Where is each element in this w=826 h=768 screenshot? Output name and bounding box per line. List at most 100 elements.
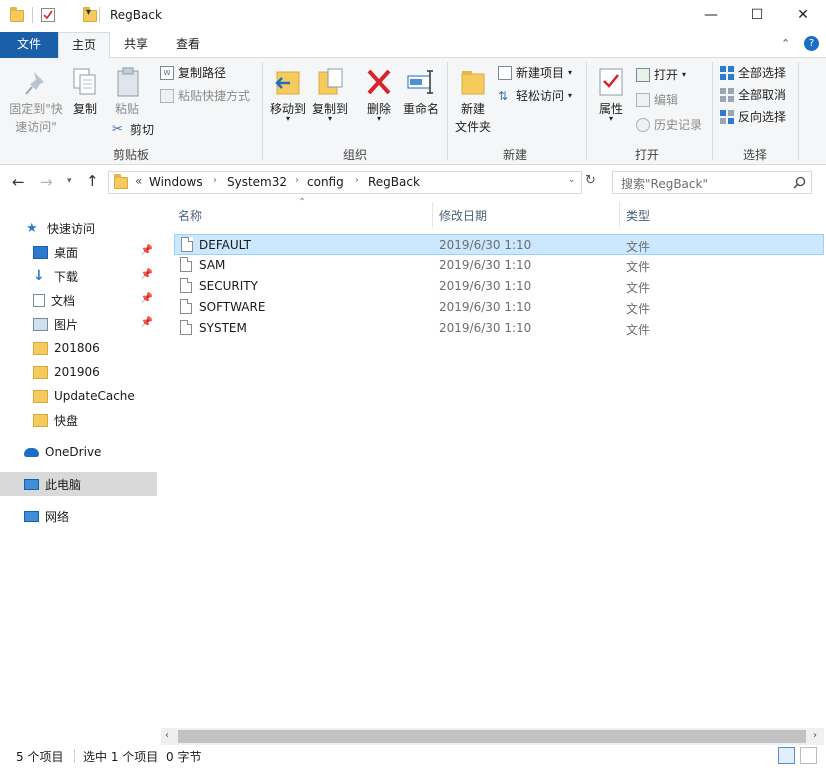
file-row-default[interactable]: DEFAULT 2019/6/30 1:10 文件 — [174, 234, 824, 255]
tab-share[interactable]: 共享 — [116, 32, 156, 58]
column-divider[interactable] — [619, 202, 620, 227]
folder-icon — [33, 365, 48, 379]
chevron-right-icon[interactable]: › — [213, 175, 217, 186]
window-title: RegBack — [110, 8, 162, 22]
search-icon[interactable] — [793, 176, 806, 189]
details-view-icon[interactable] — [778, 747, 795, 764]
new-folder-label-1: 新建 — [460, 102, 485, 116]
copy-path-button[interactable]: W 复制路径 — [160, 64, 226, 81]
file-row-security[interactable]: SECURITY 2019/6/30 1:10 文件 — [174, 276, 824, 297]
recent-locations-icon[interactable]: ▾ — [67, 176, 72, 186]
column-header-date[interactable]: 修改日期 — [439, 207, 487, 224]
cut-button[interactable]: ✂ 剪切 — [112, 121, 154, 138]
refresh-icon[interactable]: ↻ — [585, 173, 596, 188]
folder-icon — [33, 413, 48, 427]
paste-shortcut-button[interactable]: 粘贴快捷方式 — [160, 87, 250, 104]
file-row-system[interactable]: SYSTEM 2019/6/30 1:10 文件 — [174, 318, 824, 339]
invert-selection-button[interactable]: 反向选择 — [720, 108, 786, 125]
file-name: SOFTWARE — [199, 300, 266, 314]
file-name: DEFAULT — [199, 238, 251, 252]
minimize-button[interactable]: — — [688, 0, 734, 30]
edit-label: 编辑 — [654, 93, 679, 107]
breadcrumb-windows[interactable]: Windows — [149, 175, 203, 189]
help-icon[interactable]: ? — [804, 36, 819, 51]
pin-icon[interactable]: 📌 — [141, 293, 153, 304]
scroll-left-icon[interactable]: ‹ — [165, 730, 169, 741]
scroll-right-icon[interactable]: › — [813, 730, 817, 741]
file-row-software[interactable]: SOFTWARE 2019/6/30 1:10 文件 — [174, 297, 824, 318]
delete-icon — [367, 69, 391, 95]
open-button[interactable]: 打开 ▾ — [636, 66, 686, 83]
nav-item-kuaipan[interactable]: 快盘 — [0, 408, 157, 432]
maximize-button[interactable]: ☐ — [734, 0, 780, 30]
breadcrumb-config[interactable]: config — [307, 175, 344, 189]
search-placeholder: 搜索"RegBack" — [621, 177, 708, 191]
chevron-right-icon[interactable]: › — [295, 175, 299, 186]
overflow-crumb[interactable]: « — [135, 174, 142, 188]
documents-icon — [33, 293, 45, 307]
pin-icon[interactable]: 📌 — [141, 317, 153, 328]
cloud-icon — [24, 447, 39, 457]
forward-icon[interactable]: → — [40, 173, 53, 191]
edit-button[interactable]: 编辑 — [636, 91, 678, 108]
pin-icon — [25, 72, 44, 95]
chevron-right-icon[interactable]: › — [355, 175, 359, 186]
file-icon — [180, 278, 192, 293]
open-icon — [636, 67, 650, 82]
address-bar[interactable]: « Windows › System32 › config › RegBack … — [108, 171, 582, 194]
breadcrumb-system32[interactable]: System32 — [227, 175, 287, 189]
nav-network[interactable]: 网络 — [0, 504, 157, 528]
customize-quick-access-icon[interactable]: ▾ — [86, 7, 91, 18]
column-header-name[interactable]: 名称 — [178, 207, 202, 224]
up-icon[interactable]: ↑ — [86, 172, 99, 190]
pin-icon[interactable]: 📌 — [141, 269, 153, 280]
nav-label: 文档 — [51, 293, 76, 308]
column-header-type[interactable]: 类型 — [626, 207, 650, 224]
new-item-button[interactable]: 新建项目 ▾ — [498, 64, 572, 81]
pictures-icon — [33, 317, 48, 331]
pin-label-1: 固定到"快 — [9, 102, 63, 116]
breadcrumb-regback[interactable]: RegBack — [368, 175, 420, 189]
pin-icon[interactable]: 📌 — [141, 245, 153, 256]
file-row-sam[interactable]: SAM 2019/6/30 1:10 文件 — [174, 255, 824, 276]
address-history-dropdown-icon[interactable]: ⌄ — [568, 175, 576, 185]
close-button[interactable]: ✕ — [780, 0, 826, 30]
collapse-ribbon-icon[interactable]: ⌃ — [781, 37, 790, 50]
select-all-label: 全部选择 — [738, 66, 787, 80]
nav-item-201906[interactable]: 201906 — [0, 360, 157, 384]
nav-item-desktop[interactable]: 桌面 📌 — [0, 240, 157, 264]
nav-quick-access[interactable]: ★ 快速访问 — [0, 216, 157, 240]
nav-item-updatecache[interactable]: UpdateCache — [0, 384, 157, 408]
easy-access-label: 轻松访问 — [516, 89, 565, 103]
nav-item-pictures[interactable]: 图片 📌 — [0, 312, 157, 336]
tab-file[interactable]: 文件 — [0, 32, 58, 58]
tab-home[interactable]: 主页 — [58, 32, 110, 59]
tab-view[interactable]: 查看 — [168, 32, 208, 58]
copy-to-dropdown-icon: ▾ — [327, 114, 332, 123]
scrollbar-thumb[interactable] — [178, 730, 806, 743]
folder-icon — [10, 7, 24, 22]
file-date: 2019/6/30 1:10 — [439, 258, 532, 272]
nav-item-downloads[interactable]: ↓ 下载 📌 — [0, 264, 157, 288]
file-type: 文件 — [626, 323, 651, 337]
nav-item-documents[interactable]: 文档 📌 — [0, 288, 157, 312]
select-none-icon — [720, 87, 734, 102]
history-button[interactable]: 历史记录 — [636, 116, 702, 133]
properties-quick-icon[interactable] — [41, 8, 55, 22]
search-input[interactable]: 搜索"RegBack" — [612, 171, 812, 194]
pin-label-2: 速访问" — [15, 120, 57, 134]
select-all-button[interactable]: 全部选择 — [720, 64, 786, 81]
nav-onedrive[interactable]: OneDrive — [0, 440, 157, 464]
select-none-button[interactable]: 全部取消 — [720, 86, 786, 103]
back-icon[interactable]: ← — [12, 173, 25, 191]
nav-this-pc[interactable]: 此电脑 — [0, 472, 157, 496]
open-dropdown-icon: ▾ — [682, 70, 687, 79]
copy-icon — [73, 68, 96, 95]
file-icon — [181, 237, 193, 252]
large-icons-view-icon[interactable] — [800, 747, 817, 764]
horizontal-scrollbar[interactable]: ‹ › — [161, 728, 824, 745]
column-divider[interactable] — [432, 202, 433, 227]
nav-item-201806[interactable]: 201806 — [0, 336, 157, 360]
file-name: SAM — [199, 258, 226, 272]
easy-access-button[interactable]: ⇅ 轻松访问 ▾ — [498, 87, 572, 104]
